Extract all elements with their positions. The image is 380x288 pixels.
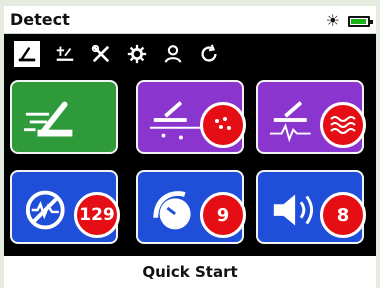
title-bar: Detect ☀ bbox=[4, 6, 376, 34]
tab-bar bbox=[4, 34, 376, 70]
ground-balance-icon bbox=[56, 46, 74, 61]
dots-icon bbox=[215, 117, 231, 130]
waves-icon bbox=[330, 116, 356, 134]
ground-mode-tile[interactable] bbox=[136, 80, 246, 154]
selected-mode-label: Quick Start bbox=[142, 263, 238, 281]
menu-screen: 129 9 8 bbox=[4, 34, 376, 256]
tab-tools[interactable] bbox=[88, 41, 114, 67]
sensitivity-badge: 9 bbox=[200, 192, 246, 238]
user-icon bbox=[164, 45, 182, 63]
tools-icon bbox=[91, 44, 109, 62]
tab-detect[interactable] bbox=[14, 41, 40, 67]
sun-icon: ☀ bbox=[325, 11, 340, 30]
noise-cancel-tile[interactable]: 129 bbox=[10, 170, 120, 244]
refresh-icon bbox=[201, 44, 217, 62]
detect-coil-icon bbox=[18, 47, 36, 62]
ground-mode-badge bbox=[200, 102, 246, 148]
device-screen: Detect ☀ 129 9 8 Quick Start bbox=[0, 0, 380, 288]
volume-tile[interactable]: 8 bbox=[256, 170, 366, 244]
tab-ground-balance[interactable] bbox=[52, 41, 78, 67]
tab-settings[interactable] bbox=[124, 41, 150, 67]
battery-icon bbox=[348, 16, 373, 27]
sensitivity-tile[interactable]: 9 bbox=[136, 170, 246, 244]
soil-mode-tile[interactable] bbox=[256, 80, 366, 154]
soil-mode-badge bbox=[320, 102, 366, 148]
screen-title: Detect bbox=[10, 10, 70, 29]
footer-bar: Quick Start bbox=[4, 256, 376, 288]
volume-badge: 8 bbox=[320, 192, 366, 238]
gear-icon bbox=[127, 44, 147, 64]
coil-speed-icon bbox=[23, 101, 73, 137]
tab-user[interactable] bbox=[160, 41, 186, 67]
noise-cancel-badge: 129 bbox=[74, 192, 120, 238]
quick-start-tile[interactable] bbox=[10, 80, 118, 154]
tab-refresh[interactable] bbox=[196, 41, 222, 67]
